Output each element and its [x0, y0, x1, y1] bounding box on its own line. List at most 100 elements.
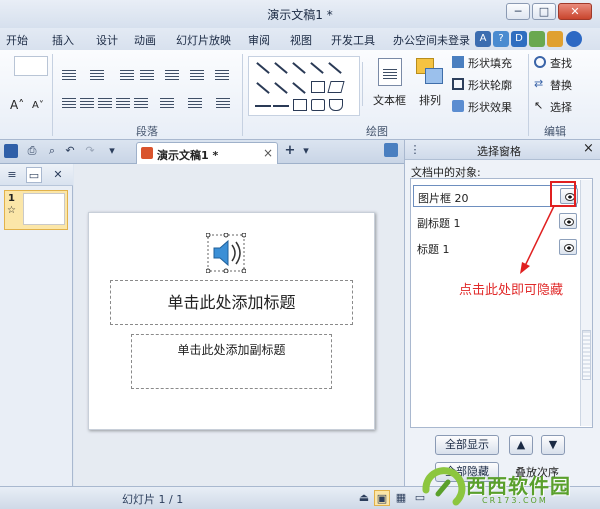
outline-tab-icon[interactable]: ≡: [4, 167, 20, 183]
shapes-gallery[interactable]: [248, 56, 360, 116]
tab-design[interactable]: 设计: [96, 32, 118, 48]
slide-counter: 幻灯片 1 / 1: [122, 493, 184, 506]
ribbon: A˄ A˅ 段落 文本框 排列 形状填充 形状轮廓 形状效果 绘图 查找 ⇄ 替…: [0, 50, 600, 140]
close-tab-icon[interactable]: ×: [263, 146, 273, 160]
redo-icon[interactable]: ↷: [82, 143, 98, 159]
plant-icon[interactable]: [529, 31, 545, 47]
align-left-icon[interactable]: [62, 98, 76, 108]
select-button[interactable]: 选择: [550, 99, 572, 115]
undo-icon[interactable]: ↶: [62, 143, 78, 159]
arrange-button[interactable]: 排列: [419, 92, 441, 108]
tab-slideshow[interactable]: 幻灯片放映: [176, 32, 231, 48]
objects-list: 图片框 20 副标题 1 标题 1: [410, 178, 593, 428]
help-icon[interactable]: [566, 31, 582, 47]
align-center-icon[interactable]: [80, 98, 94, 108]
decrease-indent-icon[interactable]: [120, 70, 134, 80]
shrink-font-icon[interactable]: A˅: [32, 100, 44, 111]
smartart-icon[interactable]: [216, 98, 230, 108]
slides-tab-icon[interactable]: ▭: [26, 167, 42, 183]
login-status[interactable]: 未登录: [437, 32, 470, 48]
shape-effects-icon[interactable]: [452, 100, 464, 112]
close-button[interactable]: ✕: [558, 3, 592, 20]
find-button[interactable]: 查找: [550, 55, 572, 71]
normal-view-icon[interactable]: ▣: [374, 490, 390, 506]
move-up-button[interactable]: ▲: [509, 435, 533, 455]
move-down-button[interactable]: ▼: [541, 435, 565, 455]
tab-review[interactable]: 审阅: [248, 32, 270, 48]
slide[interactable]: 单击此处添加标题 单击此处添加副标题: [88, 212, 375, 430]
close-pane-icon[interactable]: ✕: [50, 167, 66, 183]
pane-menu-icon[interactable]: ⋮: [407, 142, 423, 158]
find-icon[interactable]: [534, 56, 546, 68]
sorter-view-icon[interactable]: ▦: [393, 490, 409, 506]
title-placeholder[interactable]: 单击此处添加标题: [110, 280, 353, 325]
minimize-button[interactable]: ─: [506, 3, 530, 20]
replace-icon[interactable]: ⇄: [534, 78, 546, 90]
layout-toggle-icon[interactable]: [384, 143, 398, 157]
pane-tabs: ≡ ▭ ✕: [0, 164, 73, 186]
visibility-eye-icon[interactable]: [559, 239, 577, 255]
text-box-icon[interactable]: [378, 58, 402, 86]
notes-icon[interactable]: ⏏: [356, 490, 372, 506]
show-all-button[interactable]: 全部显示: [435, 435, 499, 455]
save-icon[interactable]: [4, 144, 18, 158]
font-size-box[interactable]: [14, 56, 48, 76]
tab-developer[interactable]: 开发工具: [331, 32, 375, 48]
shape-outline-button[interactable]: 形状轮廓: [468, 77, 512, 93]
document-tab[interactable]: 演示文稿1 * ×: [136, 142, 278, 164]
align-right-icon[interactable]: [98, 98, 112, 108]
watermark-url: CR173.COM: [482, 496, 548, 505]
object-label: 标题 1: [417, 243, 450, 256]
scrollbar-thumb[interactable]: [582, 330, 591, 380]
watermark-logo: 西西软件园 CR173.COM: [422, 466, 600, 509]
distribute-icon[interactable]: [134, 98, 148, 108]
list-scrollbar[interactable]: [580, 180, 592, 426]
increase-indent-icon[interactable]: [140, 70, 154, 80]
new-tab-button[interactable]: +: [282, 143, 298, 159]
shape-effects-button[interactable]: 形状效果: [468, 99, 512, 115]
slide-thumbnail: [23, 193, 65, 225]
paragraph-spacing-icon[interactable]: [160, 98, 174, 108]
font-icon[interactable]: A: [475, 31, 491, 47]
group-label-editing: 编辑: [544, 125, 566, 138]
column-icon[interactable]: [165, 70, 179, 80]
title-bar: 演示文稿1 * ─ □ ✕: [0, 0, 600, 28]
speaker-icon[interactable]: [205, 232, 247, 274]
gallery-scroll[interactable]: [362, 62, 370, 106]
tab-office-space[interactable]: 办公空间: [393, 32, 437, 48]
replace-button[interactable]: 替换: [550, 77, 572, 93]
tab-animation[interactable]: 动画: [134, 32, 156, 48]
text-box-button[interactable]: 文本框: [373, 92, 406, 108]
shape-fill-icon[interactable]: [452, 56, 464, 68]
maximize-button[interactable]: □: [532, 3, 556, 20]
justify-icon[interactable]: [116, 98, 130, 108]
slide-canvas: 单击此处添加标题 单击此处添加副标题: [74, 164, 404, 486]
bullets-icon[interactable]: [62, 70, 76, 80]
numbering-icon[interactable]: [90, 70, 104, 80]
quick-access-menu-icon[interactable]: ▾: [104, 143, 120, 159]
visibility-eye-icon[interactable]: [559, 213, 577, 229]
print-icon[interactable]: ⎙: [24, 143, 40, 159]
select-arrow-icon[interactable]: ↖: [534, 100, 546, 112]
help-question-icon[interactable]: ?: [493, 31, 509, 47]
presentation-file-icon: [141, 147, 153, 159]
preview-icon[interactable]: ⌕: [44, 143, 60, 159]
close-selection-pane-icon[interactable]: ×: [583, 141, 594, 156]
object-label: 副标题 1: [417, 217, 461, 230]
d-icon[interactable]: D: [511, 31, 527, 47]
line-spacing-icon[interactable]: [215, 70, 229, 80]
people-icon[interactable]: [547, 31, 563, 47]
shape-outline-icon[interactable]: [452, 78, 464, 90]
tab-home[interactable]: 开始: [6, 32, 28, 48]
shape-fill-button[interactable]: 形状填充: [468, 55, 512, 71]
align-text-icon[interactable]: [188, 98, 202, 108]
ribbon-tab-row: 开始 插入 设计 动画 幻灯片放映 审阅 视图 开发工具 办公空间 未登录 A …: [0, 28, 600, 50]
subtitle-placeholder[interactable]: 单击此处添加副标题: [131, 334, 332, 389]
grow-font-icon[interactable]: A˄: [10, 98, 24, 112]
text-direction-icon[interactable]: [190, 70, 204, 80]
arrange-icon[interactable]: [416, 58, 444, 86]
slide-thumbnail-item[interactable]: 1 ☆: [4, 190, 68, 230]
tab-insert[interactable]: 插入: [52, 32, 74, 48]
tab-view[interactable]: 视图: [290, 32, 312, 48]
new-tab-dropdown-icon[interactable]: ▾: [298, 143, 314, 159]
